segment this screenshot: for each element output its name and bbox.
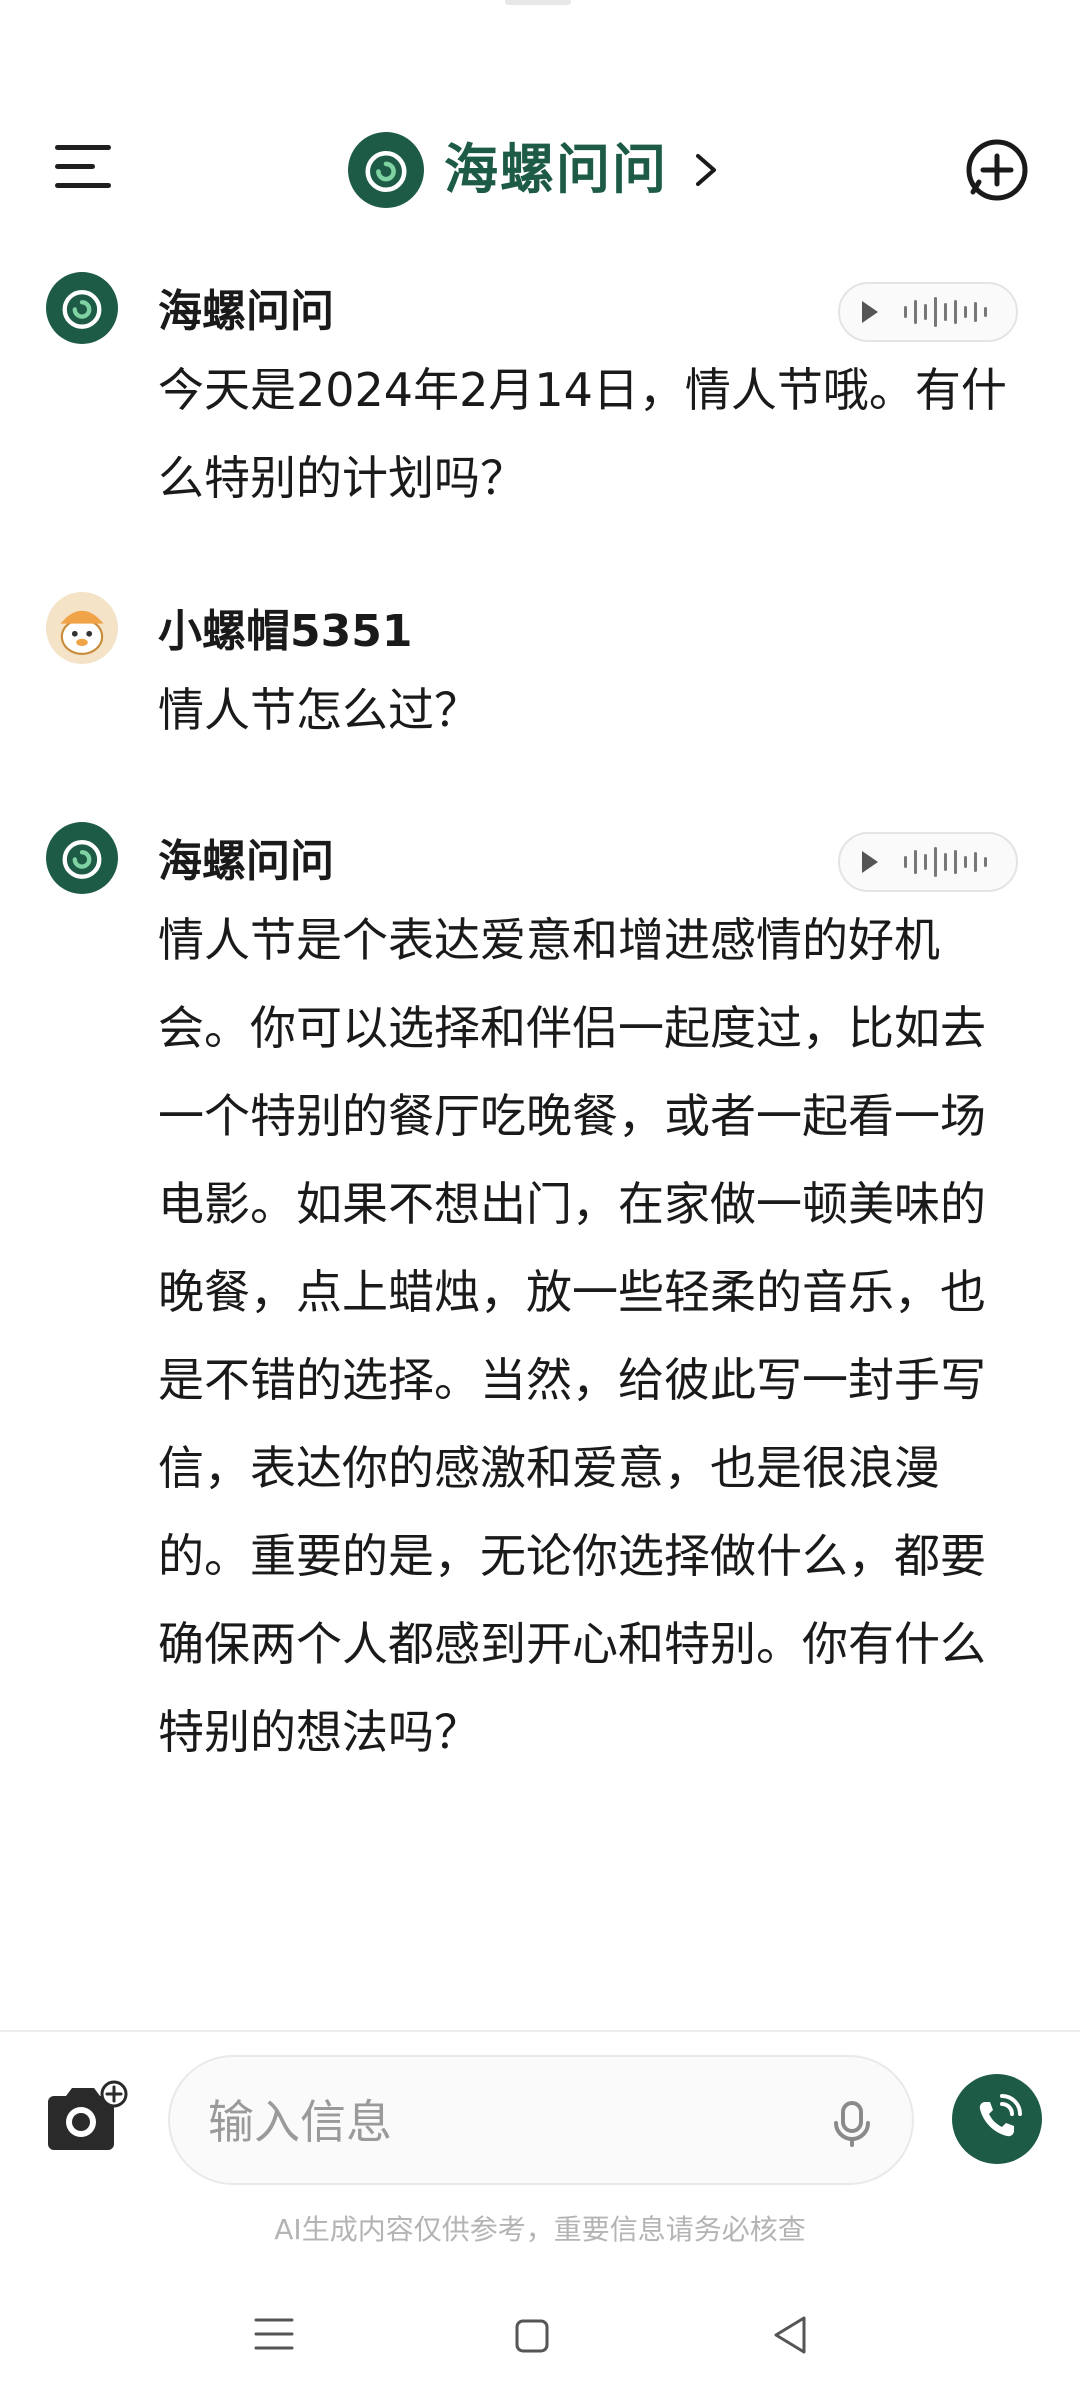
waveform-icon (904, 847, 987, 877)
assistant-avatar (46, 272, 118, 344)
user-avatar (46, 592, 118, 664)
play-icon (862, 851, 878, 873)
menu-icon[interactable] (253, 2316, 295, 2352)
message-text: 今天是2024年2月14日，情人节哦。有什么特别的计划吗？ (158, 363, 1007, 505)
back-icon[interactable] (770, 2314, 810, 2356)
message-sender: 海螺问问 (158, 836, 334, 887)
play-icon (862, 301, 878, 323)
message-input[interactable] (206, 2091, 770, 2153)
app-title-button[interactable]: 海螺问问 (348, 129, 720, 211)
waveform-icon (904, 297, 987, 327)
hamburger-menu-icon (55, 145, 111, 150)
voice-play-button[interactable] (838, 282, 1018, 342)
home-icon[interactable] (514, 2318, 550, 2354)
app-title: 海螺问问 (444, 138, 668, 201)
message-text: 情人节怎么过？ (158, 683, 480, 737)
message-sender: 海螺问问 (158, 286, 334, 337)
phone-icon (979, 2094, 1022, 2137)
menu-button[interactable] (55, 143, 111, 191)
assistant-avatar (46, 822, 118, 894)
status-notch (505, 0, 571, 5)
new-chat-icon[interactable] (963, 136, 1031, 204)
ai-disclaimer: AI生成内容仅供参考，重要信息请务必核查 (274, 2213, 806, 2246)
message-input-box[interactable] (168, 2055, 914, 2185)
message-sender: 小螺帽5351 (158, 606, 413, 657)
input-divider (0, 2030, 1080, 2032)
voice-call-button[interactable] (952, 2074, 1042, 2164)
chevron-right-icon (696, 154, 716, 186)
voice-play-button[interactable] (838, 832, 1018, 892)
conch-logo-icon (348, 132, 424, 208)
message-text: 情人节是个表达爱意和增进感情的好机会。你可以选择和伴侣一起度过，比如去一个特别的… (158, 913, 986, 1759)
camera-icon[interactable] (42, 2080, 128, 2156)
microphone-icon[interactable] (830, 2099, 874, 2147)
